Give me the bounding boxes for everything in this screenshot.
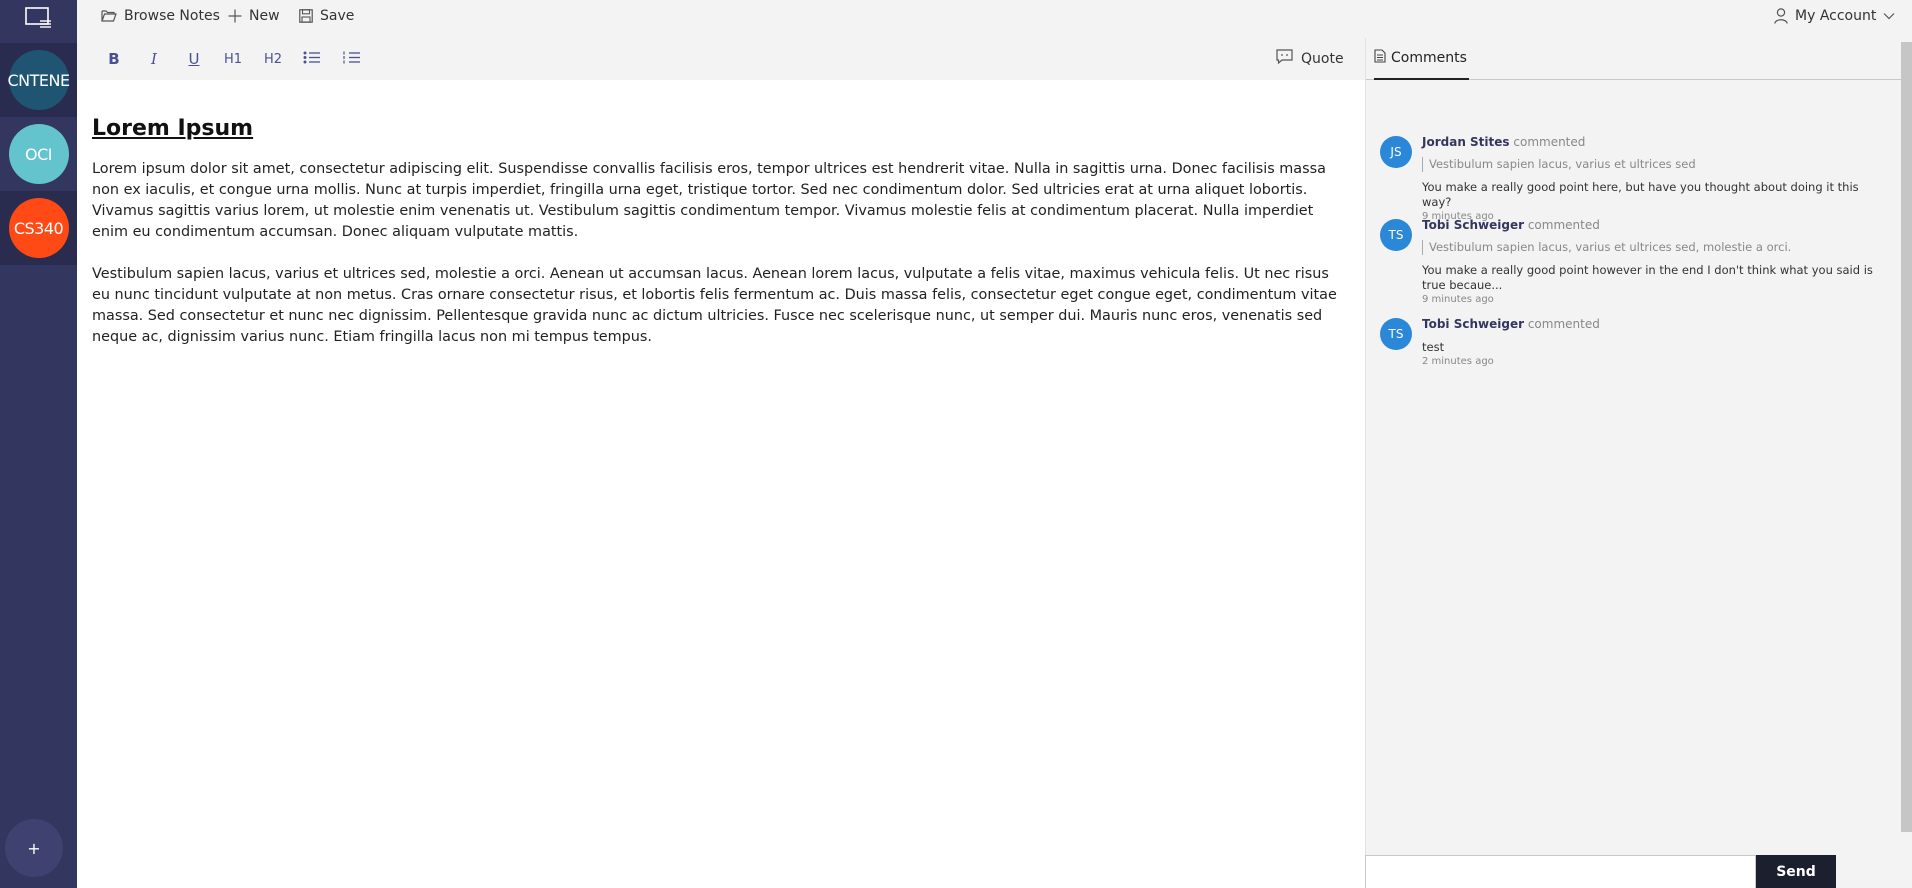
comment-quote: Vestibulum sapien lacus, varius et ultri… — [1422, 157, 1882, 172]
notebook-badge: CS340 — [8, 198, 69, 258]
notebook-rail: CNTENE OCI CS340 + — [0, 0, 77, 888]
avatar: JS — [1380, 136, 1412, 168]
comment-action: commented — [1527, 317, 1600, 331]
comment-action: commented — [1527, 218, 1600, 232]
notebook-item-cs340[interactable]: CS340 — [0, 191, 77, 265]
note-paragraph[interactable]: Vestibulum sapien lacus, varius et ultri… — [92, 264, 1349, 348]
heading2-button[interactable]: H2 — [261, 48, 285, 70]
notebook-badge: OCI — [8, 124, 69, 184]
avatar: TS — [1380, 318, 1412, 350]
chevron-down-icon — [1883, 12, 1895, 20]
comment-body: Tobi Schweiger commented test 2 minutes … — [1422, 276, 1882, 368]
comment-action: commented — [1513, 135, 1586, 149]
comments-panel: Comments JS Jordan Stites commented Vest… — [1365, 38, 1912, 888]
notebook-item-oci[interactable]: OCI — [0, 117, 77, 191]
new-note-label: New — [249, 8, 280, 24]
save-label: Save — [320, 8, 355, 24]
plus-icon — [228, 9, 242, 23]
comment-author: Tobi Schweiger — [1422, 218, 1524, 232]
comments-tab-label: Comments — [1391, 50, 1467, 66]
note-editor[interactable]: Lorem Ipsum Lorem ipsum dolor sit amet, … — [77, 80, 1365, 888]
comment-author: Jordan Stites — [1422, 135, 1510, 149]
bullet-list-icon — [303, 51, 320, 68]
avatar: TS — [1380, 219, 1412, 251]
quote-button[interactable]: Quote — [1276, 49, 1344, 68]
comments-tab-row: Comments — [1366, 38, 1902, 80]
browse-notes-button[interactable]: Browse Notes — [101, 8, 220, 24]
quote-label: Quote — [1301, 50, 1344, 67]
new-note-button[interactable]: New — [228, 8, 280, 24]
comment-text: test — [1422, 340, 1445, 354]
folder-open-icon — [101, 9, 117, 23]
underline-button[interactable]: U — [185, 48, 203, 70]
comment-quote: Vestibulum sapien lacus, varius et ultri… — [1422, 240, 1882, 255]
person-icon — [1774, 8, 1788, 24]
save-button[interactable]: Save — [299, 8, 354, 24]
numbered-list-button[interactable] — [341, 48, 361, 70]
italic-button[interactable]: I — [145, 48, 163, 70]
comment-quote-icon — [1276, 49, 1293, 68]
comment-timestamp: 2 minutes ago — [1422, 356, 1494, 367]
format-toolbar: B I U H1 H2 Quote — [77, 38, 1365, 80]
numbered-list-icon — [342, 51, 360, 68]
save-icon — [299, 9, 313, 23]
comment-author: Tobi Schweiger — [1422, 317, 1524, 331]
bullet-list-button[interactable] — [301, 48, 321, 70]
bold-button[interactable]: B — [105, 48, 123, 70]
top-bar: Browse Notes New Save My Account — [77, 0, 1912, 38]
browse-notes-label: Browse Notes — [124, 8, 220, 24]
note-folder-icon — [24, 7, 53, 33]
comment-input[interactable] — [1365, 855, 1756, 888]
note-paragraph[interactable]: Lorem ipsum dolor sit amet, consectetur … — [92, 159, 1349, 243]
document-icon — [1374, 49, 1386, 67]
send-button[interactable]: Send — [1756, 855, 1836, 888]
note-title[interactable]: Lorem Ipsum — [92, 116, 1349, 141]
add-notebook-button[interactable]: + — [5, 819, 63, 877]
heading1-button[interactable]: H1 — [221, 48, 245, 70]
comments-scrollbar[interactable] — [1901, 42, 1912, 832]
app-logo[interactable] — [0, 0, 77, 40]
my-account-button[interactable]: My Account — [1774, 8, 1895, 24]
tab-comments[interactable]: Comments — [1374, 38, 1469, 80]
notebook-item-cntene[interactable]: CNTENE — [0, 43, 77, 117]
notebook-badge: CNTENE — [7, 50, 70, 110]
my-account-label: My Account — [1795, 8, 1877, 24]
